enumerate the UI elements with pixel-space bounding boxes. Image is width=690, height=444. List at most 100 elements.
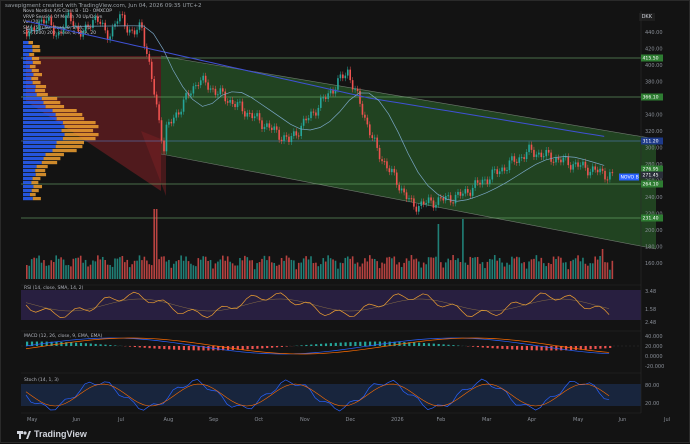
volume-bar [281,258,283,279]
volume-bar [597,260,599,279]
volume-profile-bar [44,101,61,104]
candle-body [286,135,288,136]
volume-bar [87,266,89,279]
volume-profile-bar [31,77,38,80]
volume-bar [379,268,381,279]
candle-body [494,169,496,170]
time-axis-label: Apr [528,417,538,423]
volume-profile-bar [42,161,57,164]
volume-bar [577,255,579,279]
price-chart-canvas[interactable]: RSI (14, close, SMA, 14, 2) MACD (12, 26… [1,1,690,444]
volume-bar [411,255,413,279]
volume-bar [259,262,261,279]
tradingview-logo[interactable]: TradingView [17,429,87,439]
volume-bar [592,263,594,279]
volume-profile-bar [23,145,56,148]
volume-bar [313,263,315,279]
volume-bar [65,265,67,279]
candle-body [327,93,329,99]
volume-bar [269,256,271,279]
volume-bar [220,259,222,279]
candle-body [239,102,241,103]
candle-body [65,15,67,27]
candle-body [300,126,302,136]
macd-histogram-bar [526,346,528,350]
volume-bar [124,262,126,279]
candle-body [594,166,596,169]
volume-profile-bar [23,77,31,80]
volume-bar [445,262,447,279]
volume-bar [398,262,400,279]
volume-bar [251,260,253,279]
candle-body [195,85,197,86]
volume-bar [438,224,440,279]
volume-bar [198,258,200,279]
volume-bar [229,262,231,279]
volume-bar [85,260,87,279]
macd-histogram-bar [149,346,151,348]
candle-body [462,194,464,196]
volume-bar [518,257,520,279]
volume-bar [119,257,121,279]
candle-body [107,30,109,40]
volume-bar [499,258,501,279]
macd-histogram-bar [178,346,180,350]
volume-bar [325,262,327,279]
macd-histogram-bar [521,346,523,350]
volume-bar [68,265,70,279]
candle-body [357,89,359,91]
volume-bar [604,262,606,279]
macd-histogram-bar [531,346,533,350]
time-axis-label: Jun [72,417,81,423]
volume-bar [205,257,207,279]
volume-bar [599,256,601,279]
price-tag-label: 231.40 [643,216,659,222]
macd-histogram-bar [477,346,479,347]
volume-profile-bar [46,105,64,108]
volume-bar [75,258,77,279]
volume-bar [504,267,506,279]
volume-bar [286,256,288,279]
candle-body [229,100,231,103]
volume-profile-bar [23,49,33,52]
volume-bar [381,263,383,279]
candle-body [168,122,170,125]
candle-body [609,172,611,179]
candle-body [217,94,219,95]
volume-bar [288,258,290,279]
macd-title: MACD (12, 26, close, 9, EMA, EMA) [24,333,102,339]
volume-bar [420,268,422,279]
candle-body [391,169,393,172]
volume-profile-bar [23,85,36,88]
candle-body [80,31,82,36]
macd-histogram-bar [75,343,77,346]
volume-bar [612,261,614,279]
candle-body [386,161,388,168]
volume-bar [484,268,486,279]
volume-bar [227,256,229,279]
candle-body [420,201,422,205]
candle-body [73,21,75,26]
candle-body [369,124,371,135]
volume-bar [298,263,300,279]
volume-bar [528,261,530,279]
macd-histogram-bar [536,346,538,350]
macd-histogram-bar [506,346,508,349]
candle-body [607,179,609,180]
volume-bar [173,264,175,279]
candle-body [455,195,457,203]
volume-profile-bar [33,61,41,64]
volume-bar [109,265,111,279]
volume-bar [26,265,28,279]
macd-pane: MACD (12, 26, close, 9, EMA, EMA) [21,331,641,354]
volume-profile-bar [23,173,36,176]
volume-bar [195,266,197,279]
volume-profile-bar [36,173,46,176]
volume-bar [185,256,187,279]
candle-body [156,95,158,105]
candle-body [484,179,486,180]
volume-bar [496,261,498,279]
macd-histogram-bar [590,346,592,349]
macd-histogram-bar [95,344,97,346]
stoch-axis-label: 20.00 [645,401,659,407]
